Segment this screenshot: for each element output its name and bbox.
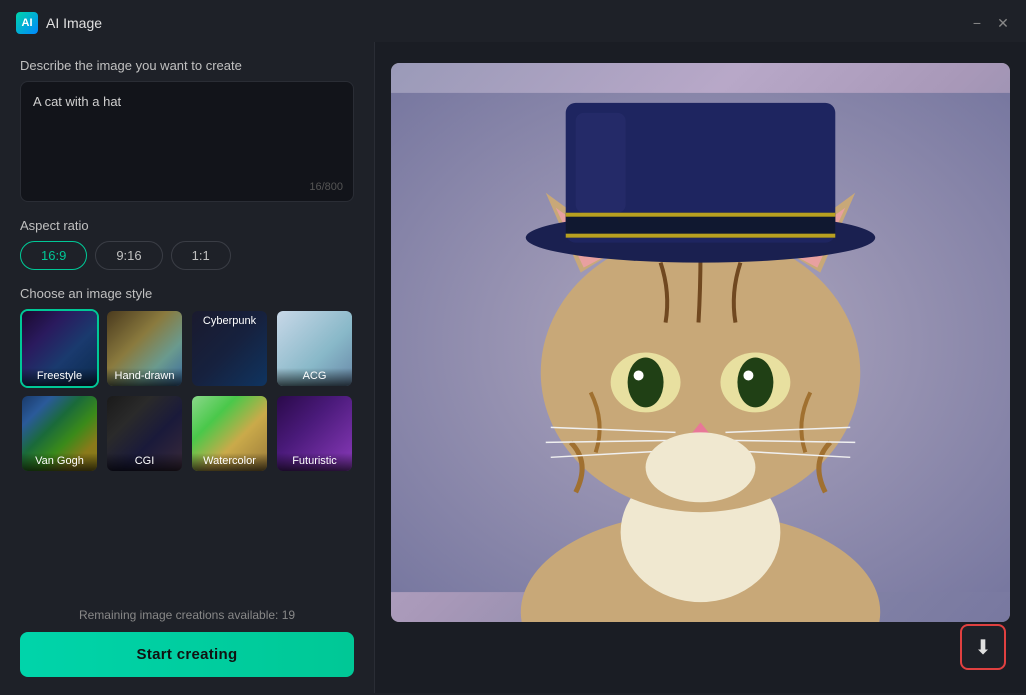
style-cyberpunk[interactable]: Cyberpunk [190,309,269,388]
style-acg[interactable]: ACG [275,309,354,388]
ratio-buttons: 16:9 9:16 1:1 [20,241,354,270]
style-watercolor[interactable]: Watercolor [190,394,269,473]
style-handdrawn[interactable]: Hand-drawn [105,309,184,388]
title-bar-left: AI AI Image [16,12,102,34]
download-icon: ⬇ [975,635,992,660]
style-grid: Freestyle Hand-drawn Cyberpunk ACG [20,309,354,473]
style-futuristic[interactable]: Futuristic [275,394,354,473]
style-cgi[interactable]: CGI [105,394,184,473]
prompt-label: Describe the image you want to create [20,58,354,73]
style-freestyle[interactable]: Freestyle [20,309,99,388]
image-bottom-bar: ⬇ [391,622,1010,672]
minimize-button[interactable]: − [970,16,984,30]
style-freestyle-label: Freestyle [22,368,97,386]
main-layout: Describe the image you want to create A … [0,42,1026,693]
prompt-section: Describe the image you want to create A … [20,58,354,202]
download-button[interactable]: ⬇ [960,624,1006,670]
aspect-ratio-label: Aspect ratio [20,218,354,233]
style-section: Choose an image style Freestyle Hand-dra… [20,286,354,473]
style-label: Choose an image style [20,286,354,301]
style-watercolor-label: Watercolor [192,453,267,471]
title-bar-controls: − ✕ [970,16,1010,30]
window-title: AI Image [46,15,102,31]
app-icon: AI [16,12,38,34]
title-bar: AI AI Image − ✕ [0,0,1026,42]
style-handdrawn-label: Hand-drawn [107,368,182,386]
style-vangogh-label: Van Gogh [22,453,97,471]
remaining-text: Remaining image creations available: 19 [20,608,354,622]
style-cgi-label: CGI [107,453,182,471]
style-vangogh[interactable]: Van Gogh [20,394,99,473]
style-futuristic-label: Futuristic [277,453,352,471]
right-panel: ⬇ [375,42,1026,693]
start-creating-button[interactable]: Start creating [20,632,354,677]
char-count: 16/800 [309,181,343,193]
ratio-16-9[interactable]: 16:9 [20,241,87,270]
ratio-9-16[interactable]: 9:16 [95,241,162,270]
bottom-section: Remaining image creations available: 19 … [20,608,354,677]
left-panel: Describe the image you want to create A … [0,42,375,693]
generated-image-container [391,63,1010,622]
style-cyberpunk-label: Cyberpunk [192,315,267,327]
prompt-textarea[interactable]: A cat with a hat [33,94,341,184]
aspect-ratio-section: Aspect ratio 16:9 9:16 1:1 [20,218,354,270]
ratio-1-1[interactable]: 1:1 [171,241,231,270]
style-acg-label: ACG [277,368,352,386]
close-button[interactable]: ✕ [996,16,1010,30]
prompt-area: A cat with a hat 16/800 [20,81,354,202]
cat-image [391,63,1010,622]
